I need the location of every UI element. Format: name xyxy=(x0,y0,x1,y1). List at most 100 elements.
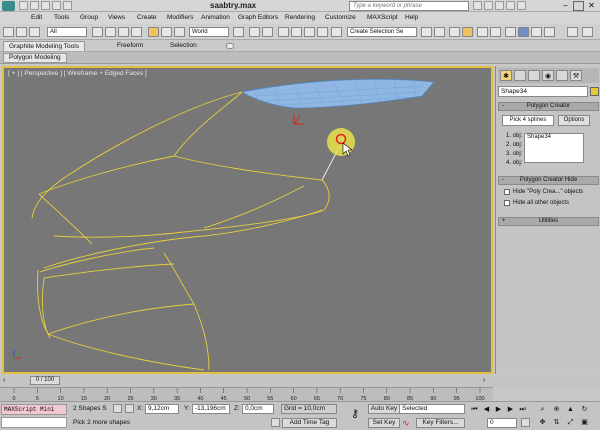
link-icon[interactable] xyxy=(29,27,40,37)
current-frame-field[interactable]: 0 xyxy=(487,418,517,428)
key-filters-button[interactable]: Key Filters... xyxy=(416,418,465,428)
new-file-icon[interactable] xyxy=(19,1,28,10)
motion-tab-icon[interactable]: ◉ xyxy=(542,70,554,81)
help-icon[interactable] xyxy=(517,1,526,10)
subscription-icon[interactable] xyxy=(484,1,493,10)
auto-key-button[interactable]: Auto Key xyxy=(368,404,400,414)
maxscript-listener[interactable]: MAXScript Mini xyxy=(1,404,67,415)
material-editor-icon[interactable] xyxy=(505,27,516,37)
undo-toolbar-icon[interactable] xyxy=(3,27,14,37)
align-icon[interactable] xyxy=(434,27,445,37)
close-icon[interactable]: ✕ xyxy=(586,1,597,11)
percent-snap-icon[interactable] xyxy=(304,27,315,37)
communication-icon[interactable] xyxy=(495,1,504,10)
prev-key-icon[interactable]: ◀ xyxy=(482,405,491,414)
checkbox[interactable] xyxy=(504,200,510,206)
rendered-frame-icon[interactable] xyxy=(531,27,542,37)
pan-icon[interactable]: ✥ xyxy=(538,418,547,427)
rectangular-selection-icon[interactable] xyxy=(118,27,129,37)
render-setup-icon[interactable] xyxy=(518,27,529,37)
orbit-icon[interactable]: ↻ xyxy=(580,405,589,414)
render-production-icon[interactable] xyxy=(544,27,555,37)
graphite-toggle-icon[interactable] xyxy=(462,27,473,37)
time-tag-icon[interactable] xyxy=(271,418,280,427)
rollout-utilities[interactable]: + Utilities xyxy=(498,217,599,226)
utilities-tab-icon[interactable]: ⚒ xyxy=(570,70,582,81)
extra-tools-icon[interactable] xyxy=(567,27,578,37)
tab-selection[interactable]: Selection xyxy=(165,41,202,51)
fov-icon[interactable]: ▲ xyxy=(566,405,575,414)
goto-start-icon[interactable]: ⏮ xyxy=(470,405,479,414)
open-file-icon[interactable] xyxy=(30,1,39,10)
list-item[interactable]: Shape34 xyxy=(527,134,583,140)
hierarchy-tab-icon[interactable] xyxy=(528,70,540,81)
rollout-polygon-creator[interactable]: - Polygon Creator xyxy=(498,102,599,111)
select-scale-icon[interactable] xyxy=(174,27,185,37)
menu-rendering[interactable]: Rendering xyxy=(285,14,315,21)
pivot-center-icon[interactable] xyxy=(233,27,244,37)
rollout-polygon-creator-hide[interactable]: - Polygon Creator Hide xyxy=(498,176,599,185)
pick-splines-button[interactable]: Pick 4 splines xyxy=(502,115,554,126)
select-by-name-icon[interactable] xyxy=(105,27,116,37)
modify-tab-icon[interactable] xyxy=(514,70,526,81)
tab-polygon-modeling[interactable]: Polygon Modeling xyxy=(3,53,67,63)
maximize-viewport-icon[interactable]: ▣ xyxy=(580,418,589,427)
options-button[interactable]: Options xyxy=(558,115,590,126)
object-color-swatch[interactable] xyxy=(590,87,599,96)
maxscript-output[interactable] xyxy=(1,417,67,428)
track-bar[interactable]: 0 5 10 15 20 25 30 35 40 45 50 55 60 65 70 75 80 85 90 95 10… xyxy=(0,387,493,402)
toolbar-overflow-icon[interactable] xyxy=(582,27,593,37)
next-frame-icon[interactable]: › xyxy=(483,377,490,385)
lock-selection-icon[interactable] xyxy=(113,404,122,413)
menu-animation[interactable]: Animation xyxy=(201,14,230,21)
menu-help[interactable]: Help xyxy=(405,14,418,21)
maximize-icon[interactable] xyxy=(573,1,584,11)
prev-frame-icon[interactable]: ‹ xyxy=(3,377,10,385)
time-slider[interactable]: 0 / 100 xyxy=(30,376,60,385)
absolute-mode-icon[interactable] xyxy=(125,404,134,413)
perspective-viewport[interactable]: [ + ] [ Perspective ] [ Wireframe + Edge… xyxy=(2,66,493,374)
time-config-icon[interactable] xyxy=(521,418,530,427)
tab-freeform[interactable]: Freeform xyxy=(112,41,148,51)
search-icon[interactable] xyxy=(473,1,482,10)
menu-customize[interactable]: Customize xyxy=(325,14,356,21)
edit-named-selection-icon[interactable] xyxy=(331,27,342,37)
minimize-icon[interactable]: – xyxy=(560,1,571,11)
y-coordinate-field[interactable]: -13,196cm xyxy=(192,404,230,414)
menu-maxscript[interactable]: MAXScript xyxy=(367,14,398,21)
menu-views[interactable]: Views xyxy=(108,14,125,21)
object-name-field[interactable]: Shape34 xyxy=(498,86,588,97)
next-key-icon[interactable]: ▶ xyxy=(506,405,515,414)
menu-edit[interactable]: Edit xyxy=(31,14,42,21)
select-object-icon[interactable] xyxy=(92,27,103,37)
app-logo-icon[interactable] xyxy=(2,1,15,11)
display-tab-icon[interactable] xyxy=(556,70,568,81)
snaps-toggle-icon[interactable] xyxy=(278,27,289,37)
menu-create[interactable]: Create xyxy=(137,14,157,21)
mirror-icon[interactable] xyxy=(421,27,432,37)
goto-end-icon[interactable]: ⏭ xyxy=(518,405,527,414)
search-input[interactable]: Type a keyword or phrase xyxy=(349,1,469,11)
hide-poly-objects-option[interactable]: Hide "Poly Crea..." objects xyxy=(504,189,583,195)
menu-group[interactable]: Group xyxy=(80,14,98,21)
undo-icon[interactable] xyxy=(52,1,61,10)
favorites-icon[interactable] xyxy=(506,1,515,10)
add-time-tag-button[interactable]: Add Time Tag xyxy=(282,418,337,428)
key-icon[interactable]: ⚷ xyxy=(346,407,364,421)
select-manipulate-icon[interactable] xyxy=(249,27,260,37)
select-rotate-icon[interactable] xyxy=(161,27,172,37)
play-icon[interactable]: ▶ xyxy=(494,405,503,414)
menu-modifiers[interactable]: Modifiers xyxy=(167,14,193,21)
set-key-button[interactable]: Set Key xyxy=(368,418,400,428)
tab-graphite-modeling-tools[interactable]: Graphite Modeling Tools xyxy=(3,41,85,51)
checkbox[interactable] xyxy=(504,189,510,195)
menu-graph-editors[interactable]: Graph Editors xyxy=(238,14,278,21)
layer-manager-icon[interactable] xyxy=(449,27,460,37)
z-coordinate-field[interactable]: 0,0cm xyxy=(242,404,274,414)
zoom-extents-icon[interactable]: ⌕ xyxy=(538,405,547,414)
ribbon-toggle-icon[interactable] xyxy=(226,43,234,49)
keyboard-shortcut-icon[interactable] xyxy=(262,27,273,37)
save-file-icon[interactable] xyxy=(41,1,50,10)
key-curve-icon[interactable]: ∿ xyxy=(402,418,413,428)
named-selection-dropdown[interactable]: Create Selection Se xyxy=(347,27,417,37)
